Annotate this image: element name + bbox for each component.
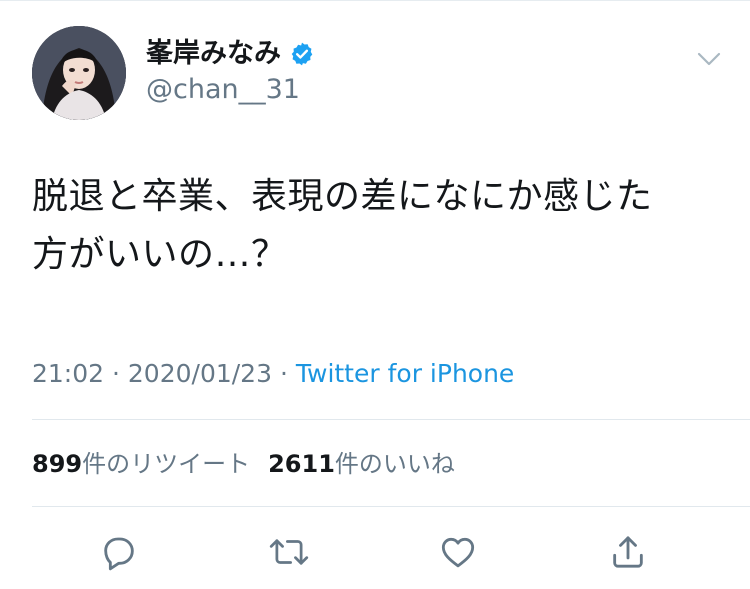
profile-photo-icon (32, 26, 126, 120)
meta-separator: · (279, 359, 288, 388)
retweets-count: 899 (32, 450, 83, 478)
retweet-icon (269, 539, 309, 565)
like-button[interactable] (436, 530, 480, 574)
retweets-label: 件のリツイート (82, 450, 251, 478)
share-icon (613, 536, 643, 568)
tweet-stats: 899件のリツイート 2611件のいいね (32, 448, 455, 480)
heart-icon (441, 537, 475, 568)
retweet-button[interactable] (267, 530, 311, 574)
tweet-time: 21:02 (32, 359, 105, 388)
tweet-date: 2020/01/23 (127, 359, 272, 388)
meta-separator: · (112, 359, 120, 388)
divider (32, 506, 750, 507)
tweet-text-line-2: 方がいいの…？ (32, 234, 288, 275)
share-button[interactable] (606, 530, 650, 574)
likes-label: 件のいいね (334, 450, 455, 478)
divider (32, 419, 750, 420)
tweet-meta: 21:02 · 2020/01/23 · Twitter for iPhone (32, 358, 514, 390)
avatar[interactable] (32, 26, 126, 120)
retweets-stat[interactable]: 899件のリツイート (32, 450, 250, 478)
tweet-text-line-1: 脱退と卒業、表現の差になにか感じた (32, 176, 653, 217)
display-name-text: 峯岸みなみ (146, 38, 281, 69)
reply-icon (104, 537, 134, 571)
reply-button[interactable] (97, 530, 141, 574)
display-name[interactable]: 峯岸みなみ (146, 38, 315, 70)
user-handle[interactable]: @chan__31 (146, 74, 300, 106)
tweet-text: 脱退と卒業、表現の差になにか感じた 方がいいの…？ (32, 168, 722, 284)
verified-badge-icon (289, 41, 315, 67)
tweet-source-link[interactable]: Twitter for iPhone (296, 359, 514, 388)
tweet-actions (0, 530, 750, 574)
likes-stat[interactable]: 2611件のいいね (268, 450, 455, 478)
likes-count: 2611 (268, 450, 335, 478)
chevron-down-icon[interactable] (696, 46, 722, 72)
top-border (0, 0, 750, 1)
